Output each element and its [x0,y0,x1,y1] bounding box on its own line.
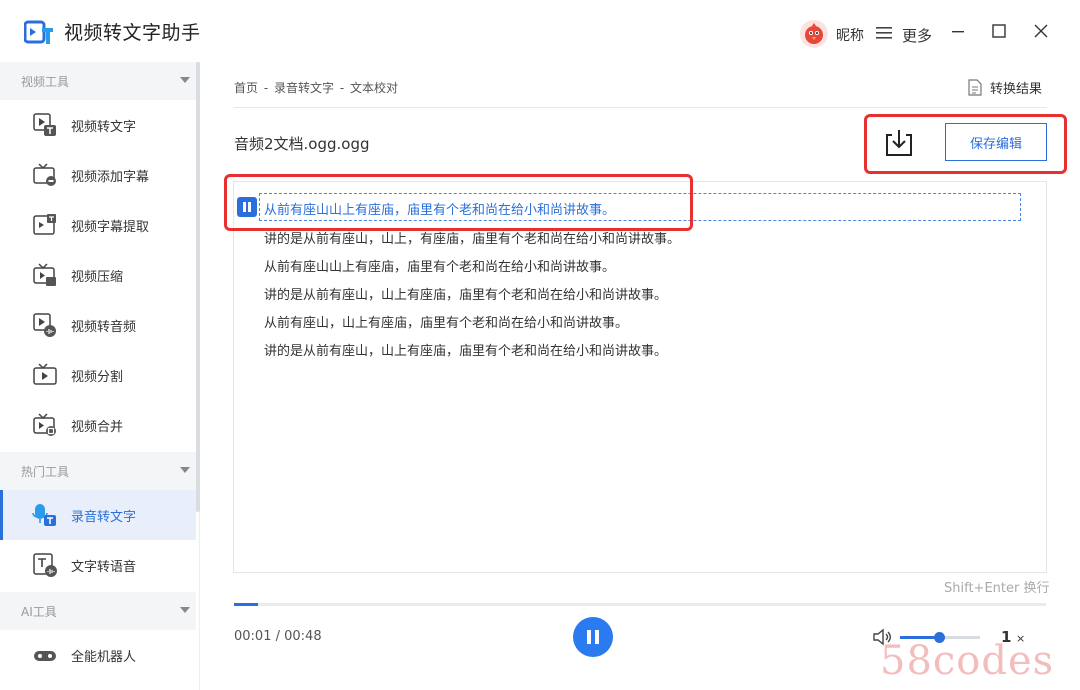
time-separator: / [271,629,285,644]
playback-progress-fill [234,603,259,606]
section-label: 热门工具 [21,465,70,479]
title-bar: 视频转文字助手 昵称 更多 [0,0,1080,62]
sidebar-item-label: 录音转文字 [71,510,137,525]
sidebar-item-video-compress[interactable]: 视频压缩 [0,250,196,300]
pause-button[interactable] [573,617,613,657]
current-time: 00:01 [234,629,272,644]
chevron-down-icon [180,607,190,613]
avatar[interactable] [800,20,828,48]
breadcrumb-text-proofread: 文本校对 [350,81,399,95]
chevron-down-icon [180,77,190,83]
video-to-text-icon [33,113,56,136]
robot-icon [34,651,56,661]
time-readout: 00:01 / 00:48 [234,629,322,644]
app-title: 视频转文字助手 [64,22,201,44]
playback-progress-bar[interactable] [234,603,1046,606]
text-line[interactable]: 从前有座山，山上有座庙，庙里有个老和尚在给小和尚讲故事。 [264,312,628,331]
menu-icon[interactable] [876,26,892,40]
section-label: 视频工具 [21,75,70,89]
chevron-down-icon [180,467,190,473]
sidebar-section-hot-tools[interactable]: 热门工具 [0,452,196,490]
breadcrumb-home[interactable]: 首页 [234,81,258,95]
sidebar-item-video-to-text[interactable]: 视频转文字 [0,100,196,150]
breadcrumb-separator: - [263,81,269,95]
divider [234,107,1047,108]
text-line[interactable]: 讲的是从前有座山，山上，有座庙，庙里有个老和尚在给小和尚讲故事。 [264,228,680,247]
total-time: 00:48 [284,629,322,644]
more-menu-label[interactable]: 更多 [902,25,932,46]
extract-subtitle-icon [33,214,56,235]
sidebar-item-text-to-speech[interactable]: 文字转语音 [0,540,196,590]
sidebar-item-label: 视频合并 [71,420,124,435]
download-icon[interactable] [883,127,915,159]
video-split-icon [33,363,57,385]
sidebar-item-label: 文字转语音 [71,560,137,575]
breadcrumb: 首页 - 录音转文字 - 文本校对 [234,79,400,96]
text-line[interactable]: 从前有座山山上有座庙，庙里有个老和尚在给小和尚讲故事。 [264,256,615,275]
text-line[interactable]: 讲的是从前有座山，山上有座庙，庙里有个老和尚在给小和尚讲故事。 [264,340,667,359]
sidebar-item-video-split[interactable]: 视频分割 [0,350,196,400]
sidebar-section-video-tools[interactable]: 视频工具 [0,62,196,100]
sidebar-item-label: 视频转音频 [71,320,137,335]
section-label: AI工具 [21,605,57,619]
breadcrumb-separator: - [339,81,345,95]
video-compress-icon [33,263,56,286]
sidebar-item-label: 视频压缩 [71,270,124,285]
sidebar-scrollbar[interactable] [196,62,200,512]
sidebar-section-ai-tools[interactable]: AI工具 [0,592,196,630]
sidebar-item-add-subtitle[interactable]: 视频添加字幕 [0,150,196,200]
video-merge-icon [33,413,56,436]
line-pause-icon[interactable] [237,197,257,217]
sidebar-item-label: 视频转文字 [71,120,137,135]
sidebar-item-video-to-audio[interactable]: 视频转音频 [0,300,196,350]
sidebar-item-recording-to-text[interactable]: 录音转文字 [0,490,196,540]
sidebar-item-label: 视频分割 [71,370,124,385]
watermark: 58codes [880,638,1055,684]
text-line[interactable]: 讲的是从前有座山，山上有座庙，庙里有个老和尚在给小和尚讲故事。 [264,284,667,303]
breadcrumb-recording-to-text[interactable]: 录音转文字 [274,81,334,95]
conversion-result-link[interactable]: 转换结果 [968,78,1042,97]
maximize-icon[interactable] [988,20,1010,42]
sidebar-item-extract-subtitle[interactable]: 视频字幕提取 [0,200,196,250]
sidebar-item-label: 全能机器人 [71,650,137,665]
conversion-result-label: 转换结果 [990,82,1043,97]
sidebar-item-robot[interactable]: 全能机器人 [0,630,196,680]
avatar-bird-icon [805,23,823,44]
minimize-icon[interactable] [947,20,969,42]
active-line-text[interactable]: 从前有座山山上有座庙，庙里有个老和尚在给小和尚讲故事。 [264,199,615,218]
add-subtitle-icon [33,163,56,186]
document-title: 音频2文档.ogg.ogg [234,135,370,153]
sidebar-item-label: 视频字幕提取 [71,220,150,235]
nickname[interactable]: 昵称 [836,25,864,45]
text-to-speech-icon [33,553,57,577]
app-logo-icon [24,20,53,44]
recording-to-text-icon [32,504,56,526]
save-edit-button[interactable]: 保存编辑 [945,123,1047,161]
sidebar-item-video-merge[interactable]: 视频合并 [0,400,196,450]
close-icon[interactable] [1030,20,1052,42]
newline-hint: Shift+Enter 换行 [944,581,1050,596]
document-icon [968,79,982,96]
sidebar-item-label: 视频添加字幕 [71,170,150,185]
video-to-audio-icon [33,313,56,337]
